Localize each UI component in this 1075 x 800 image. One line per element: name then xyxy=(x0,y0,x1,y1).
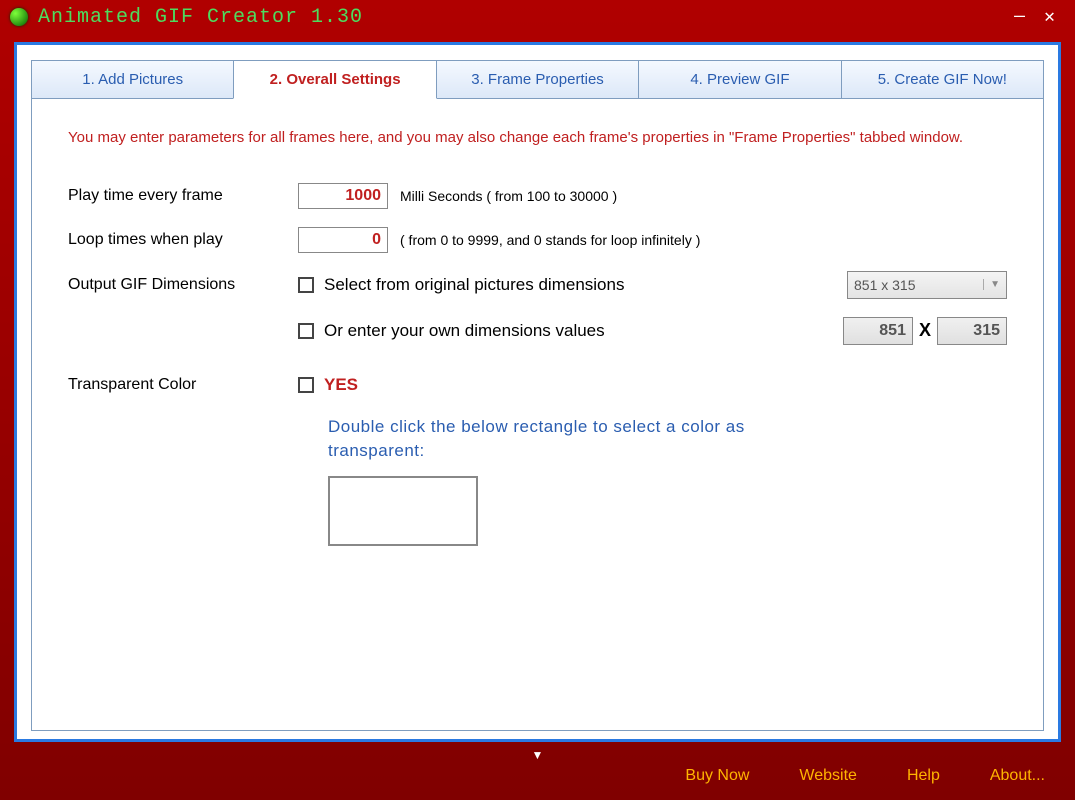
label-play-time: Play time every frame xyxy=(68,187,298,205)
dimension-preset-select[interactable]: 851 x 315 ▼ xyxy=(847,271,1007,299)
title-bar: Animated GIF Creator 1.30 — ✕ xyxy=(0,0,1075,34)
label-enter-own: Or enter your own dimensions values xyxy=(324,321,605,341)
chevron-down-icon: ▼ xyxy=(983,279,1000,290)
label-select-original: Select from original pictures dimensions xyxy=(324,275,624,295)
content-frame: 1. Add Pictures 2. Overall Settings 3. F… xyxy=(14,42,1061,742)
tab-overall-settings[interactable]: 2. Overall Settings xyxy=(233,60,436,99)
tab-create-gif[interactable]: 5. Create GIF Now! xyxy=(841,60,1044,99)
checkbox-enter-own[interactable] xyxy=(298,323,314,339)
transparent-instruction: Double click the below rectangle to sele… xyxy=(328,415,778,464)
dimension-preset-value: 851 x 315 xyxy=(854,277,916,293)
play-time-input[interactable] xyxy=(298,183,388,209)
chevron-down-icon[interactable]: ▼ xyxy=(532,748,544,762)
dimension-width-input[interactable]: 851 xyxy=(843,317,913,345)
tab-frame-properties[interactable]: 3. Frame Properties xyxy=(436,60,639,99)
label-loop-times: Loop times when play xyxy=(68,231,298,249)
hint-play-time: Milli Seconds ( from 100 to 30000 ) xyxy=(400,188,617,204)
description-text: You may enter parameters for all frames … xyxy=(68,127,1007,149)
transparent-color-rectangle[interactable] xyxy=(328,476,478,546)
tab-preview-gif[interactable]: 4. Preview GIF xyxy=(638,60,841,99)
window-title: Animated GIF Creator 1.30 xyxy=(38,6,363,29)
minimize-button[interactable]: — xyxy=(1005,7,1035,27)
tab-row: 1. Add Pictures 2. Overall Settings 3. F… xyxy=(31,59,1044,98)
website-link[interactable]: Website xyxy=(799,767,857,785)
dimension-height-input[interactable]: 315 xyxy=(937,317,1007,345)
dimension-x-label: X xyxy=(919,320,931,341)
help-link[interactable]: Help xyxy=(907,767,940,785)
close-button[interactable]: ✕ xyxy=(1035,6,1065,28)
label-yes: YES xyxy=(324,375,358,395)
hint-loop-times: ( from 0 to 9999, and 0 stands for loop … xyxy=(400,232,700,248)
label-output-dimensions: Output GIF Dimensions xyxy=(68,276,298,294)
label-transparent-color: Transparent Color xyxy=(68,376,298,394)
tab-add-pictures[interactable]: 1. Add Pictures xyxy=(31,60,234,99)
checkbox-transparent-yes[interactable] xyxy=(298,377,314,393)
tab-body: You may enter parameters for all frames … xyxy=(31,98,1044,731)
checkbox-select-original[interactable] xyxy=(298,277,314,293)
footer: ▼ Buy Now Website Help About... xyxy=(0,752,1075,800)
buy-now-link[interactable]: Buy Now xyxy=(685,767,749,785)
loop-times-input[interactable] xyxy=(298,227,388,253)
about-link[interactable]: About... xyxy=(990,767,1045,785)
app-icon xyxy=(10,8,28,26)
